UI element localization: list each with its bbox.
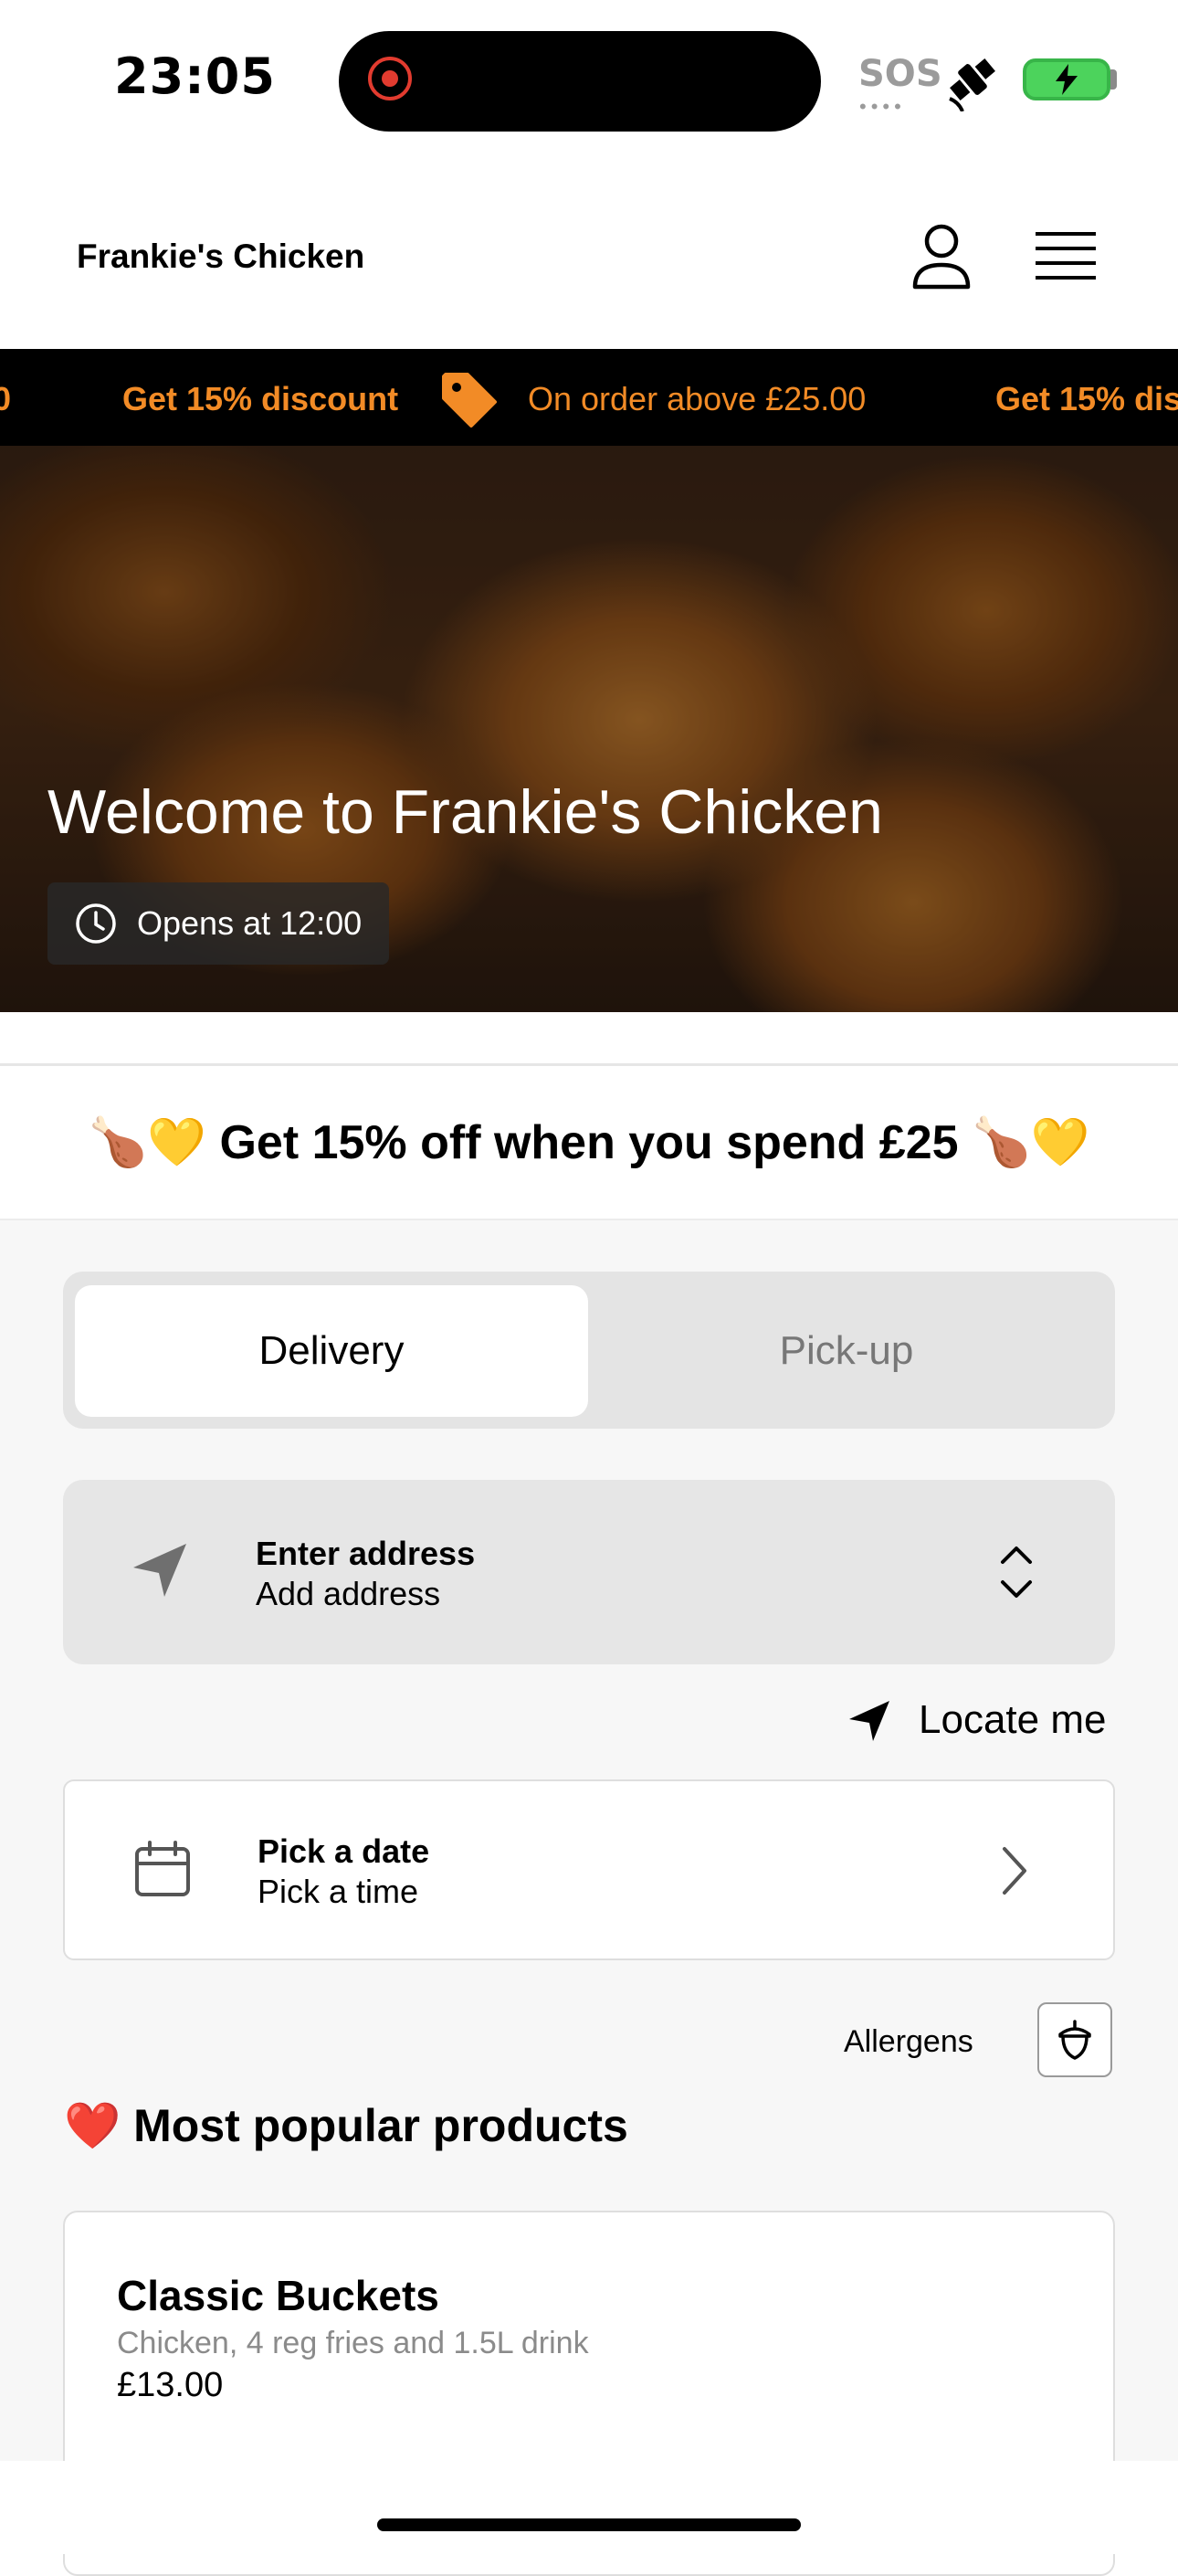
- hero-title: Welcome to Frankie's Chicken: [47, 777, 883, 847]
- tab-delivery[interactable]: Delivery: [75, 1285, 588, 1417]
- locate-me-button[interactable]: Locate me: [919, 1697, 1106, 1743]
- sos-signal-dots: ••••: [859, 95, 906, 118]
- promo-ticker: 0 Get 15% discount On order above £25.00…: [0, 349, 1178, 446]
- home-indicator[interactable]: [377, 2518, 801, 2531]
- time-subtitle: Pick a time: [258, 1873, 419, 1910]
- address-title: Enter address: [256, 1535, 476, 1572]
- hero-image: Welcome to Frankie's Chicken Opens at 12…: [0, 446, 1178, 1012]
- navigation-arrow-icon: [133, 1544, 186, 1597]
- product-description: Chicken, 4 reg fries and 1.5L drink: [117, 2326, 589, 2360]
- ticker-discount-repeat: Get 15% dis: [995, 380, 1178, 417]
- product-name: Classic Buckets: [117, 2272, 439, 2319]
- location-arrow-icon[interactable]: [847, 1699, 891, 1743]
- allergens-label: Allergens: [844, 2024, 973, 2059]
- sos-indicator: SOS: [858, 53, 942, 95]
- ticker-fragment: 0: [0, 380, 12, 417]
- status-time: 23:05: [114, 48, 276, 105]
- allergens-button[interactable]: [1037, 2002, 1112, 2077]
- hamburger-menu-icon[interactable]: [1036, 230, 1096, 281]
- charging-bolt-icon: [1056, 64, 1078, 95]
- offer-banner: 🍗💛 Get 15% off when you spend £25 🍗💛: [88, 1115, 1090, 1169]
- section-title-popular: ❤️ Most popular products: [64, 2100, 628, 2151]
- price-tag-icon: [442, 373, 497, 428]
- address-subtitle: Add address: [256, 1575, 441, 1612]
- address-selector[interactable]: [63, 1480, 1115, 1664]
- ticker-discount: Get 15% discount: [122, 380, 399, 417]
- ticker-condition: On order above £25.00: [528, 380, 867, 417]
- calendar-icon: [135, 1841, 190, 1896]
- profile-icon[interactable]: [910, 221, 973, 290]
- date-time-picker[interactable]: [63, 1779, 1115, 1960]
- divider: [0, 1063, 1178, 1066]
- battery-tip: [1110, 69, 1117, 90]
- chevron-right-icon: [1003, 1847, 1026, 1895]
- opening-hours-badge: Opens at 12:00: [47, 882, 390, 965]
- date-title: Pick a date: [258, 1832, 430, 1870]
- opening-hours-text: Opens at 12:00: [137, 904, 363, 942]
- clock-icon: [76, 903, 116, 944]
- tab-pickup[interactable]: Pick-up: [590, 1285, 1103, 1417]
- recording-icon: [368, 57, 412, 100]
- acorn-icon: [1058, 2020, 1091, 2060]
- battery-icon: [1023, 58, 1110, 100]
- brand-name[interactable]: Frankie's Chicken: [77, 238, 364, 276]
- product-price: £13.00: [117, 2366, 224, 2404]
- bottom-safe-area: [0, 2461, 1178, 2554]
- chevron-up-down-icon[interactable]: [994, 1540, 1039, 1604]
- satellite-icon: [949, 58, 995, 111]
